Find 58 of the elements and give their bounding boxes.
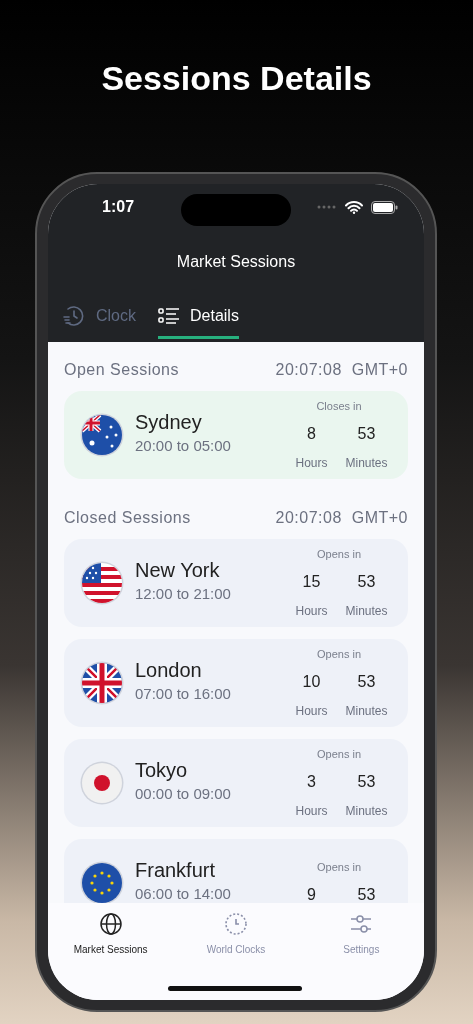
section-clock: 20:07:08 GMT+0	[275, 360, 408, 380]
section-title: Closed Sessions	[64, 508, 191, 528]
headline: Sessions Details	[101, 58, 372, 99]
clock-icon	[62, 304, 86, 328]
minutes-label: Minutes	[345, 603, 388, 621]
tab[interactable]: Clock	[62, 304, 136, 339]
hours-value: 10	[302, 672, 321, 693]
hours-value: 9	[307, 885, 316, 903]
session-hours: 00:00 to 09:00	[135, 783, 232, 804]
hours-label: Hours	[295, 603, 328, 621]
minutes-value: 53	[357, 424, 376, 445]
section-clock: 20:07:08 GMT+0	[275, 508, 408, 528]
countdown-label: Opens in	[316, 646, 362, 662]
tab[interactable]: Details	[158, 304, 239, 339]
minutes-value: 53	[357, 672, 376, 693]
hours-value: 8	[307, 424, 316, 445]
nav-tab[interactable]: Settings	[298, 911, 424, 959]
hours-label: Hours	[295, 455, 328, 473]
status-time: 1:07	[102, 197, 135, 217]
globe-icon	[98, 912, 123, 936]
hours-value: 3	[307, 772, 316, 793]
minutes-value: 53	[357, 572, 376, 593]
nav-tab[interactable]: World Clocks	[173, 911, 299, 959]
minutes-value: 53	[357, 772, 376, 793]
minutes-label: Minutes	[345, 703, 388, 721]
flag-icon	[79, 760, 125, 806]
nav-tab[interactable]: Market Sessions	[48, 911, 174, 959]
countdown-label: Opens in	[316, 859, 362, 875]
minutes-value: 53	[357, 885, 376, 903]
hours-label: Hours	[295, 803, 328, 821]
wifi-icon	[345, 200, 363, 214]
session-hours: 20:00 to 05:00	[135, 435, 232, 456]
flag-icon	[79, 412, 125, 458]
city-name: Frankfurt	[135, 857, 217, 883]
countdown-label: Closes in	[315, 398, 363, 414]
countdown-label: Opens in	[316, 546, 362, 562]
flag-icon	[79, 660, 125, 706]
signal-icon	[317, 205, 337, 209]
city-name: New York	[135, 557, 221, 583]
city-name: London	[135, 657, 203, 683]
app-title: Market Sessions	[176, 253, 296, 270]
hours-label: Hours	[295, 703, 328, 721]
city-name: Tokyo	[135, 757, 189, 783]
minutes-label: Minutes	[345, 803, 388, 821]
battery-icon	[371, 200, 398, 214]
hours-value: 15	[302, 572, 321, 593]
session-hours: 12:00 to 21:00	[135, 583, 232, 604]
session-hours: 07:00 to 16:00	[135, 683, 232, 704]
countdown-label: Opens in	[316, 746, 362, 762]
flag-icon	[79, 560, 125, 606]
session-hours: 06:00 to 14:00	[135, 883, 232, 903]
clock-icon	[224, 912, 248, 936]
minutes-label: Minutes	[345, 455, 388, 473]
list-icon	[158, 307, 180, 325]
settings-icon	[349, 912, 374, 936]
section-title: Open Sessions	[64, 360, 179, 380]
flag-icon	[79, 860, 125, 903]
city-name: Sydney	[135, 409, 203, 435]
